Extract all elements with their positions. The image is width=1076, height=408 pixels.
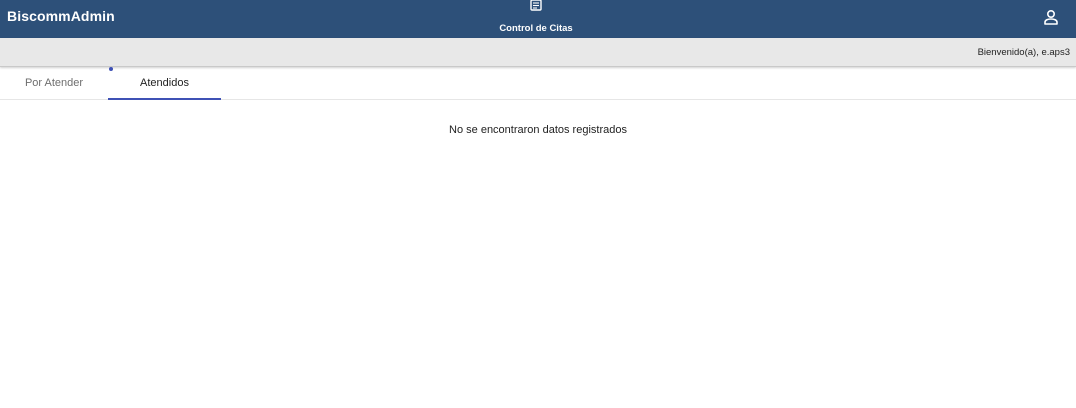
- user-account-button[interactable]: [1041, 8, 1061, 26]
- tab-por-atender[interactable]: Por Atender: [0, 67, 108, 100]
- ripple-dot: [109, 67, 113, 71]
- active-tab-indicator: [108, 98, 221, 100]
- nav-control-de-citas[interactable]: Control de Citas: [476, 0, 596, 38]
- empty-state-message: No se encontraron datos registrados: [449, 124, 627, 136]
- tab-bar: Por Atender Atendidos: [0, 67, 1076, 100]
- user-icon: [1044, 9, 1058, 25]
- document-list-icon: [530, 0, 542, 11]
- top-app-bar: BiscommAdmin Control de Citas: [0, 0, 1076, 38]
- tab-atendidos[interactable]: Atendidos: [108, 67, 221, 100]
- app-brand[interactable]: BiscommAdmin: [7, 8, 115, 24]
- nav-label: Control de Citas: [499, 23, 573, 34]
- sub-header: Bienvenido(a), e.aps3: [0, 38, 1076, 67]
- welcome-text: Bienvenido(a), e.aps3: [977, 47, 1070, 58]
